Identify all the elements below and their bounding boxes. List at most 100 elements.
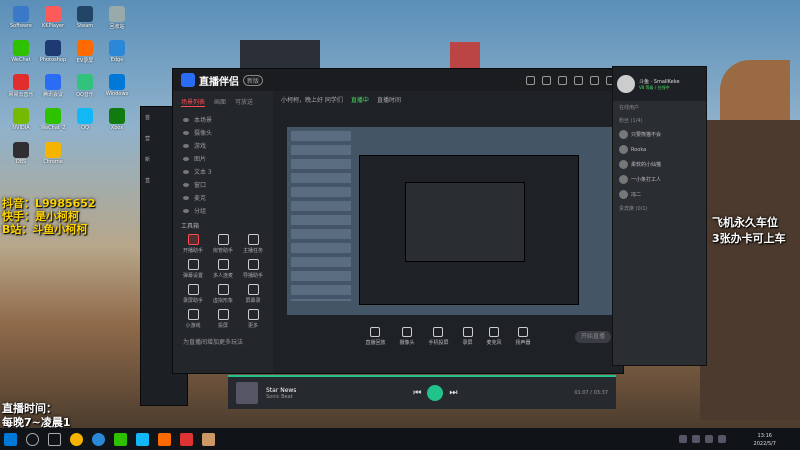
scene-label: 本场景 xyxy=(194,117,213,124)
app-taskbar-icon[interactable] xyxy=(180,432,193,446)
tab[interactable]: 画面 xyxy=(214,97,226,107)
gift-icon[interactable] xyxy=(526,75,535,85)
eye-icon[interactable] xyxy=(183,169,189,174)
desktop-icon[interactable]: NVIDIA xyxy=(4,106,38,140)
desktop-icon[interactable]: Software xyxy=(4,4,38,38)
app-icon xyxy=(13,142,29,158)
bottom-tool-button[interactable]: 录屏 xyxy=(462,326,473,346)
desktop-icon[interactable]: WeChat_2 xyxy=(36,106,70,140)
chat-entry[interactable]: 冯二 xyxy=(613,187,706,202)
tray-icon[interactable] xyxy=(718,435,726,443)
scene-item[interactable]: 本场景 xyxy=(173,113,273,126)
tool-button[interactable]: 开播助手 xyxy=(178,234,208,254)
play-button[interactable] xyxy=(427,385,444,401)
eye-icon[interactable] xyxy=(183,208,189,213)
eye-icon[interactable] xyxy=(183,182,189,187)
album-art xyxy=(236,382,258,404)
scene-item[interactable]: 窗口 xyxy=(173,178,273,191)
tool-button[interactable]: 导播助手 xyxy=(238,259,268,279)
clock[interactable]: 13:16 2022/5/7 xyxy=(754,432,776,448)
minimize-icon[interactable] xyxy=(574,75,583,85)
qq-icon[interactable] xyxy=(136,432,149,446)
mail-icon[interactable] xyxy=(542,75,551,85)
desktop-icon[interactable]: Windows xyxy=(100,72,134,106)
chat-entry[interactable]: 只要熊猫不会 xyxy=(613,127,706,142)
live-time-label: 直播时间 xyxy=(376,96,401,104)
eye-icon[interactable] xyxy=(183,130,189,135)
desktop-icon[interactable]: EV录屏 xyxy=(68,38,102,72)
edge-icon[interactable] xyxy=(92,432,105,446)
bottom-tool-button[interactable]: 摄像头 xyxy=(399,326,414,346)
app-icon xyxy=(13,40,29,56)
app-taskbar-icon[interactable] xyxy=(158,432,171,446)
desktop-icon[interactable]: Steam xyxy=(68,4,102,38)
bottom-tool-button[interactable]: 麦克风 xyxy=(487,326,502,346)
tool-button[interactable]: 主播任务 xyxy=(238,234,268,254)
tray-icon[interactable] xyxy=(692,435,700,443)
tool-button[interactable]: 投屏 xyxy=(208,309,238,329)
desktop-icon[interactable]: Xbox xyxy=(100,106,134,140)
desktop-icon-label: WeChat_2 xyxy=(40,125,66,131)
desktop-icon[interactable]: WeChat xyxy=(4,38,38,72)
tab[interactable]: 可放送 xyxy=(235,97,253,107)
desktop-icon[interactable]: 腾讯会议 xyxy=(36,72,70,106)
windows-start-icon[interactable] xyxy=(4,432,17,446)
scene-item[interactable]: 麦克 xyxy=(173,191,273,204)
desktop-icon[interactable]: 网易云音乐 xyxy=(4,72,38,106)
chat-section: 贵宾席 (0/1) xyxy=(619,206,648,212)
scene-item[interactable]: 文本 3 xyxy=(173,165,273,178)
eye-icon[interactable] xyxy=(183,195,189,200)
desktop-icon[interactable]: Edge xyxy=(100,38,134,72)
footer-hint[interactable]: 为直播间增加更多玩法 xyxy=(173,335,273,348)
avatar[interactable] xyxy=(617,75,635,93)
tool-icon xyxy=(187,234,199,245)
tool-button[interactable]: 录屏助手 xyxy=(178,284,208,304)
next-icon[interactable]: ⏭ xyxy=(449,388,457,398)
scene-item[interactable]: 游戏 xyxy=(173,139,273,152)
eye-icon[interactable] xyxy=(183,143,189,148)
wechat-icon[interactable] xyxy=(114,432,127,446)
search-icon[interactable] xyxy=(26,432,39,446)
tool-button[interactable]: 屏幕录 xyxy=(238,284,268,304)
bottom-tool-button[interactable]: 直播回放 xyxy=(365,326,385,346)
chat-entry[interactable]: Rooka xyxy=(613,142,706,157)
app-icon xyxy=(109,40,125,56)
avatar xyxy=(619,160,628,169)
desktop-icon[interactable]: 回收站 xyxy=(100,4,134,38)
task-view-icon[interactable] xyxy=(48,432,61,446)
eye-icon[interactable] xyxy=(183,117,189,122)
scene-item[interactable]: 图片 xyxy=(173,152,273,165)
scene-item[interactable]: 摄像头 xyxy=(173,126,273,139)
bottom-tool-button[interactable]: 扬声器 xyxy=(516,326,531,346)
bottom-tool-button[interactable]: 手机投屏 xyxy=(428,326,449,346)
tab[interactable]: 场景列表 xyxy=(181,97,206,107)
tool-button[interactable]: 房管助手 xyxy=(208,234,238,254)
chat-entry[interactable]: 一小条打工人 xyxy=(613,172,706,187)
settings-icon[interactable] xyxy=(558,75,567,85)
prev-icon[interactable]: ⏮ xyxy=(413,388,421,398)
tray-icon[interactable] xyxy=(705,435,713,443)
tool-button[interactable]: 虚拟形象 xyxy=(208,284,238,304)
desktop-icon[interactable]: QQ xyxy=(68,106,102,140)
tool-button[interactable]: 弹幕设置 xyxy=(178,259,208,279)
stream-preview[interactable] xyxy=(287,127,613,315)
scene-item[interactable]: 分组 xyxy=(173,204,273,217)
desktop-icon[interactable]: KKPlayer xyxy=(36,4,70,38)
tool-icon xyxy=(217,259,229,270)
start-live-button[interactable]: 开始直播 xyxy=(575,331,611,343)
tool-button[interactable]: 更多 xyxy=(238,309,268,329)
app-taskbar-icon[interactable] xyxy=(202,432,215,446)
tool-button[interactable]: 小游戏 xyxy=(178,309,208,329)
desktop-icon[interactable]: QQ音乐 xyxy=(68,72,102,106)
desktop-icon[interactable]: Photoshop xyxy=(36,38,70,72)
chrome-icon[interactable] xyxy=(70,432,83,446)
taskbar: 13:16 2022/5/7 xyxy=(0,428,800,450)
chat-entry[interactable]: 柔软的小仙猫 xyxy=(613,157,706,172)
desktop-icon[interactable]: Chrome xyxy=(36,140,70,174)
tray-icon[interactable] xyxy=(679,435,687,443)
tool-button[interactable]: 多人连麦 xyxy=(208,259,238,279)
eye-icon[interactable] xyxy=(183,156,189,161)
tool-icon xyxy=(187,309,199,320)
maximize-icon[interactable] xyxy=(590,75,599,85)
desktop-icon[interactable]: OBS xyxy=(4,140,38,174)
